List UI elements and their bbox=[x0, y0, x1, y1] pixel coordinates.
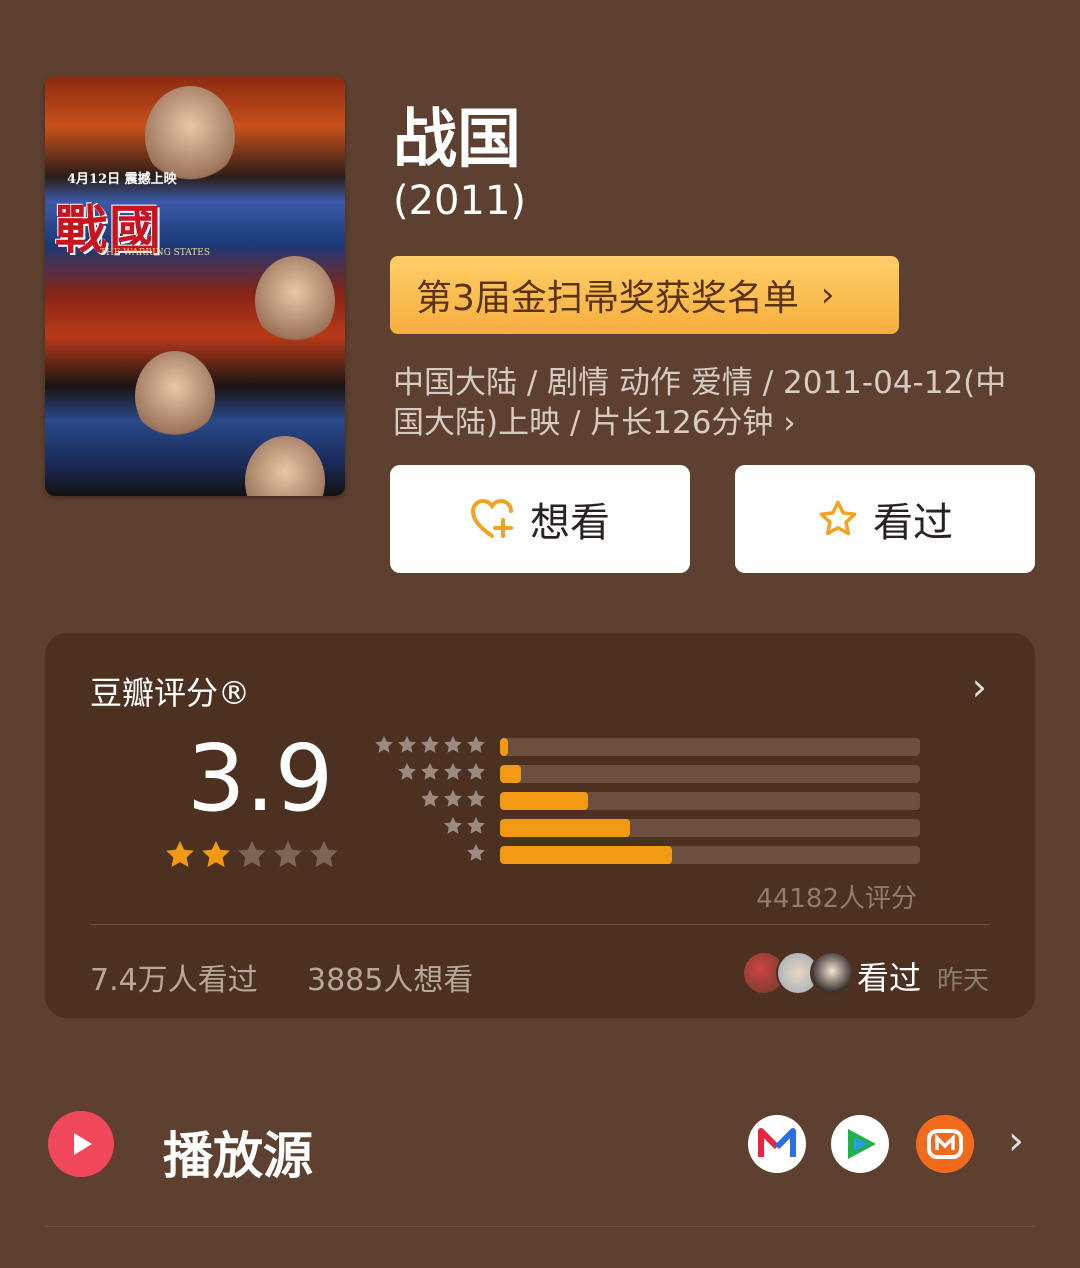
star-small-icon bbox=[465, 788, 487, 814]
row-star-label bbox=[375, 734, 487, 760]
want-to-watch-button[interactable]: 想看 bbox=[390, 465, 690, 573]
movie-year: (2011) bbox=[393, 178, 527, 224]
row-star-label bbox=[375, 815, 487, 841]
movie-poster[interactable]: 4月12日 震撼上映 戰國 THE WARRING STATES bbox=[45, 76, 345, 496]
star-small-icon bbox=[419, 788, 441, 814]
award-banner-button[interactable]: 第3届金扫帚奖获奖名单 › bbox=[390, 256, 899, 334]
rating-row-3-star bbox=[375, 787, 920, 814]
rating-bar-fill bbox=[500, 818, 631, 837]
star-small-icon bbox=[419, 761, 441, 787]
star-small-icon bbox=[465, 815, 487, 841]
star-small-icon bbox=[465, 842, 487, 868]
star-outline-icon bbox=[817, 498, 859, 540]
star-empty-icon bbox=[307, 838, 341, 876]
star-small-icon bbox=[396, 761, 418, 787]
rating-bar-track bbox=[500, 845, 920, 864]
rating-bar-fill bbox=[500, 845, 673, 864]
rating-bar-track bbox=[500, 818, 920, 837]
star-small-icon bbox=[442, 734, 464, 760]
poster-date-text: 4月12日 震撼上映 bbox=[67, 172, 177, 187]
chevron-right-icon[interactable]: › bbox=[1008, 1118, 1024, 1164]
rating-stars bbox=[163, 838, 341, 876]
rating-distribution bbox=[375, 733, 920, 868]
rating-bar-track bbox=[500, 791, 920, 810]
chevron-right-icon: › bbox=[820, 275, 835, 315]
rating-score: 3.9 bbox=[187, 725, 334, 832]
rating-card[interactable]: 豆瓣评分® › 3.9 44182人评分 7.4万人看过 3885人想看 看过 … bbox=[45, 633, 1035, 1018]
seen-count[interactable]: 7.4万人看过 bbox=[90, 955, 258, 999]
movie-title: 战国 bbox=[393, 103, 521, 177]
avatar bbox=[810, 951, 854, 995]
mgtv-app-icon[interactable] bbox=[748, 1115, 806, 1173]
play-sources-label[interactable]: 播放源 bbox=[163, 1116, 313, 1188]
meta-line-1: 中国大陆 / 剧情 动作 爱情 / 2011-04-12(中 bbox=[393, 365, 1007, 401]
chevron-right-icon[interactable]: › bbox=[972, 665, 987, 709]
star-small-icon bbox=[442, 761, 464, 787]
want-count[interactable]: 3885人想看 bbox=[307, 955, 473, 999]
star-small-icon bbox=[373, 734, 395, 760]
rating-bar-fill bbox=[500, 764, 521, 783]
rating-bar-track bbox=[500, 764, 920, 783]
votes-count: 44182人评分 bbox=[756, 884, 917, 914]
star-small-icon bbox=[465, 734, 487, 760]
star-empty-icon bbox=[235, 838, 269, 876]
star-small-icon bbox=[442, 788, 464, 814]
want-label: 想看 bbox=[530, 500, 610, 546]
star-small-icon bbox=[442, 815, 464, 841]
seen-label: 看过 bbox=[873, 500, 953, 546]
star-small-icon bbox=[465, 761, 487, 787]
star-filled-icon bbox=[199, 838, 233, 876]
mango-tv-icon[interactable] bbox=[916, 1115, 974, 1173]
row-star-label bbox=[375, 788, 487, 814]
award-label: 第3届金扫帚奖获奖名单 bbox=[416, 278, 799, 319]
rating-row-1-star bbox=[375, 841, 920, 868]
divider bbox=[90, 924, 990, 925]
play-icon[interactable] bbox=[48, 1111, 114, 1177]
friend-avatars[interactable] bbox=[742, 951, 854, 995]
friend-watched-time: 昨天 bbox=[937, 966, 990, 996]
rating-title: 豆瓣评分® bbox=[90, 674, 251, 712]
rating-bar-fill bbox=[500, 737, 509, 756]
rating-row-2-star bbox=[375, 814, 920, 841]
watched-button[interactable]: 看过 bbox=[735, 465, 1035, 573]
meta-line-2: 国大陆)上映 / 片长126分钟 › bbox=[393, 405, 796, 441]
rating-row-5-star bbox=[375, 733, 920, 760]
movie-meta-info[interactable]: 中国大陆 / 剧情 动作 爱情 / 2011-04-12(中 国大陆)上映 / … bbox=[393, 363, 1043, 443]
star-small-icon bbox=[419, 734, 441, 760]
poster-subtitle-text: THE WARRING STATES bbox=[100, 248, 211, 258]
tencent-video-icon[interactable] bbox=[831, 1115, 889, 1173]
divider bbox=[45, 1226, 1035, 1227]
rating-row-4-star bbox=[375, 760, 920, 787]
star-small-icon bbox=[396, 734, 418, 760]
rating-bar-fill bbox=[500, 791, 589, 810]
row-star-label bbox=[375, 842, 487, 868]
row-star-label bbox=[375, 761, 487, 787]
heart-plus-icon bbox=[470, 498, 516, 540]
star-filled-icon bbox=[163, 838, 197, 876]
friend-watched-label: 看过 bbox=[857, 959, 922, 997]
star-empty-icon bbox=[271, 838, 305, 876]
rating-bar-track bbox=[500, 737, 920, 756]
